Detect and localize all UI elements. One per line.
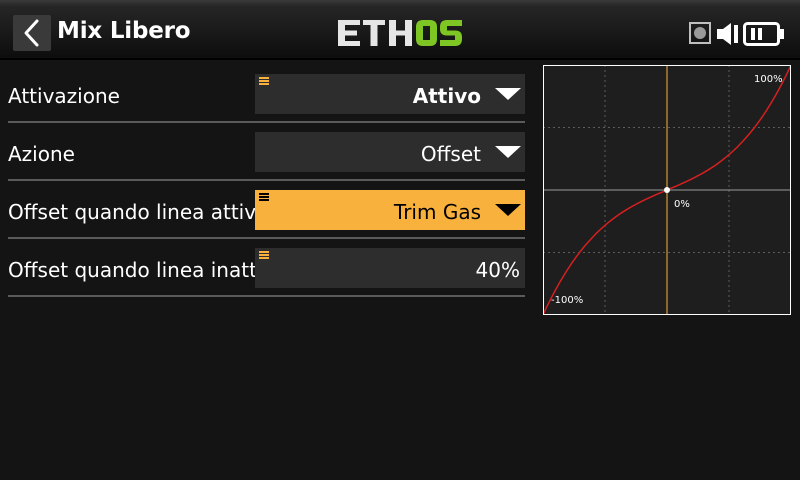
offset-inactive-value: 40% [475,258,520,282]
row-activation: Attivazione Attivo [8,65,525,123]
ethos-logo [338,20,462,46]
graph-max-label: 100% [754,74,783,85]
curve-graph: 100% 0% -100% [543,65,791,315]
speaker-icon [717,23,738,45]
offset-inactive-input[interactable]: 40% [255,248,525,288]
offset-active-label: Offset quando linea attiva [8,200,269,224]
dropdown-arrow-icon [495,146,521,158]
menu-icon [259,77,269,85]
dropdown-arrow-icon [495,204,521,216]
record-indicator-icon [689,22,711,44]
action-value: Offset [420,142,481,166]
graph-min-label: -100% [551,295,583,306]
curve-point-marker [664,187,670,193]
graph-center-label: 0% [674,199,690,210]
back-button[interactable] [13,15,51,51]
menu-icon [259,251,269,259]
menu-icon [259,193,269,201]
header-bar: Mix Libero [0,0,800,60]
row-action: Azione Offset [8,123,525,181]
offset-active-dropdown[interactable]: Trim Gas [255,190,525,230]
action-label: Azione [8,142,75,166]
activation-dropdown[interactable]: Attivo [255,74,525,114]
offset-inactive-label: Offset quando linea inattiva [8,258,287,282]
row-offset-active: Offset quando linea attiva Trim Gas [8,181,525,239]
action-dropdown[interactable]: Offset [255,132,525,172]
dropdown-arrow-icon [495,88,521,100]
page-title: Mix Libero [57,18,191,44]
row-divider [8,295,525,297]
row-offset-inactive: Offset quando linea inattiva 40% [8,239,525,297]
activation-value: Attivo [412,84,481,108]
battery-icon [743,22,784,46]
offset-active-value: Trim Gas [393,200,481,224]
activation-label: Attivazione [8,84,120,108]
chevron-left-icon [24,19,39,47]
